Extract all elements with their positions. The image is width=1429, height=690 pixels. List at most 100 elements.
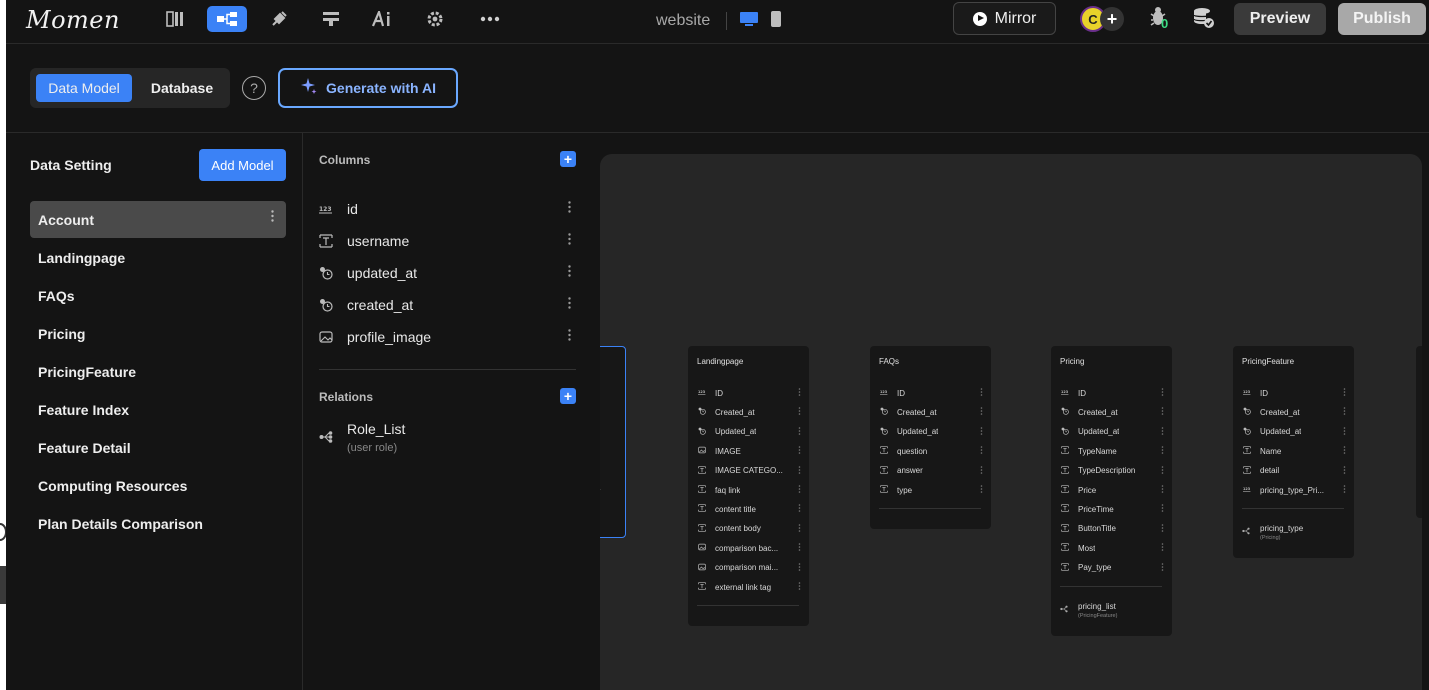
card-field-row[interactable]: 123 pricing_type_Pri...	[1242, 483, 1346, 497]
card-field-row[interactable]: Updated_at	[697, 425, 801, 439]
more-vertical-icon[interactable]	[798, 446, 801, 455]
card-field-row[interactable]: PriceTime	[1060, 502, 1164, 516]
add-collaborator-button[interactable]: +	[1100, 7, 1124, 31]
more-vertical-icon[interactable]	[980, 446, 983, 455]
data-model-icon[interactable]	[207, 6, 247, 32]
more-vertical-icon[interactable]	[798, 388, 801, 397]
publish-button[interactable]: Publish	[1338, 3, 1426, 35]
card-field-row[interactable]: IMAGE	[697, 444, 801, 458]
card-field-row[interactable]: content title	[697, 502, 801, 516]
column-row[interactable]: username	[319, 227, 579, 255]
more-vertical-icon[interactable]	[1161, 465, 1164, 475]
card-field-row[interactable]: IMAGE CATEGO...	[697, 464, 801, 478]
card-field-row[interactable]: external link tag	[697, 580, 801, 594]
card-field-row[interactable]: content body	[697, 522, 801, 536]
model-card[interactable]: Landingpage 123 ID Created_at Updated_at IMAG…	[688, 346, 809, 626]
more-vertical-icon[interactable]	[1161, 426, 1164, 436]
card-field-row[interactable]: Price	[1060, 483, 1164, 497]
more-vertical-icon[interactable]	[1161, 523, 1164, 533]
column-row[interactable]: 123 id	[319, 195, 579, 223]
column-row[interactable]: updated_at	[319, 259, 579, 287]
more-vertical-icon[interactable]	[798, 407, 801, 416]
more-vertical-icon[interactable]	[798, 426, 801, 436]
add-model-button[interactable]: Add Model	[199, 149, 286, 181]
card-field-row[interactable]: 123 ID	[1060, 386, 1164, 400]
model-item[interactable]: Account	[30, 201, 286, 238]
card-field-row[interactable]: Created_at	[879, 405, 983, 419]
debug-bug-icon[interactable]: 0	[1149, 6, 1173, 32]
more-vertical-icon[interactable]	[1343, 485, 1346, 494]
desktop-icon[interactable]	[739, 10, 759, 33]
more-vertical-icon[interactable]	[798, 543, 801, 552]
tab-data-model[interactable]: Data Model	[36, 74, 132, 102]
card-field-row[interactable]: 123 ID	[697, 386, 801, 400]
mobile-icon[interactable]	[770, 10, 782, 33]
more-vertical-icon[interactable]	[1343, 407, 1346, 416]
card-field-row[interactable]: ButtonTitle	[1060, 522, 1164, 536]
card-field-row[interactable]: 123 ID	[879, 386, 983, 400]
more-vertical-icon[interactable]	[980, 426, 983, 436]
more-vertical-icon[interactable]	[980, 465, 983, 475]
model-item[interactable]: Plan Details Comparison	[30, 505, 286, 542]
card-field-row[interactable]: detail	[1242, 464, 1346, 478]
more-vertical-icon[interactable]	[568, 233, 571, 245]
more-vertical-icon[interactable]	[1161, 446, 1164, 455]
more-vertical-icon[interactable]	[1161, 388, 1164, 397]
more-vertical-icon[interactable]	[1161, 543, 1164, 552]
more-vertical-icon[interactable]	[568, 265, 571, 277]
model-item[interactable]: Feature Index	[30, 391, 286, 428]
card-field-row[interactable]: Created_at	[697, 405, 801, 419]
more-vertical-icon[interactable]	[271, 210, 274, 222]
card-field-row[interactable]: Pay_type	[1060, 561, 1164, 575]
more-vertical-icon[interactable]	[798, 485, 801, 494]
pages-icon[interactable]	[156, 6, 196, 32]
card-field-row[interactable]: type	[879, 483, 983, 497]
add-relation-button[interactable]: +	[560, 388, 576, 404]
model-item[interactable]: PricingFeature	[30, 353, 286, 390]
help-icon[interactable]: ?	[242, 76, 266, 100]
more-vertical-icon[interactable]	[1161, 504, 1164, 513]
card-field-row[interactable]: faq link	[697, 483, 801, 497]
card-field-row[interactable]: TypeDescription	[1060, 464, 1164, 478]
preview-button[interactable]: Preview	[1234, 3, 1326, 35]
next-card-partial[interactable]	[1416, 346, 1422, 518]
more-vertical-icon[interactable]	[980, 407, 983, 416]
model-card[interactable]: FAQs 123 ID Created_at Updated_at question ans…	[870, 346, 991, 529]
card-field-row[interactable]: Updated_at	[1060, 425, 1164, 439]
momen-logo[interactable]: Momen	[26, 6, 120, 34]
more-vertical-icon[interactable]	[798, 582, 801, 591]
card-field-row[interactable]: comparison bac...	[697, 541, 801, 555]
more-vertical-icon[interactable]	[568, 297, 571, 309]
more-vertical-icon[interactable]	[1161, 485, 1164, 494]
add-column-button[interactable]: +	[560, 151, 576, 167]
model-item[interactable]: Pricing	[30, 315, 286, 352]
account-card-partial[interactable]	[600, 346, 626, 538]
more-vertical-icon[interactable]	[798, 465, 801, 475]
card-field-row[interactable]: answer	[879, 464, 983, 478]
card-field-row[interactable]: 123 ID	[1242, 386, 1346, 400]
column-row[interactable]: created_at	[319, 291, 579, 319]
model-card[interactable]: Pricing 123 ID Created_at Updated_at TypeName…	[1051, 346, 1172, 636]
more-vertical-icon[interactable]	[568, 201, 571, 213]
card-field-row[interactable]: Updated_at	[879, 425, 983, 439]
more-vertical-icon[interactable]	[568, 329, 571, 341]
database-sync-icon[interactable]	[1192, 6, 1218, 32]
diagram-canvas[interactable]: Landingpage 123 ID Created_at Updated_at IMAG…	[600, 154, 1422, 690]
column-row[interactable]: profile_image	[319, 323, 579, 351]
model-item[interactable]: Feature Detail	[30, 429, 286, 466]
more-vertical-icon[interactable]	[1161, 562, 1164, 572]
card-field-row[interactable]: question	[879, 444, 983, 458]
more-icon[interactable]	[470, 6, 510, 32]
card-field-row[interactable]: Name	[1242, 444, 1346, 458]
model-item[interactable]: Landingpage	[30, 239, 286, 276]
card-field-row[interactable]: TypeName	[1060, 444, 1164, 458]
mirror-button[interactable]: Mirror	[953, 2, 1056, 35]
more-vertical-icon[interactable]	[1161, 407, 1164, 416]
tab-database[interactable]: Database	[138, 74, 226, 102]
settings-gear-icon[interactable]	[415, 6, 455, 32]
ai-icon[interactable]	[363, 6, 403, 32]
card-field-row[interactable]: comparison mai...	[697, 561, 801, 575]
more-vertical-icon[interactable]	[1343, 465, 1346, 475]
more-vertical-icon[interactable]	[1343, 388, 1346, 397]
more-vertical-icon[interactable]	[980, 485, 983, 494]
